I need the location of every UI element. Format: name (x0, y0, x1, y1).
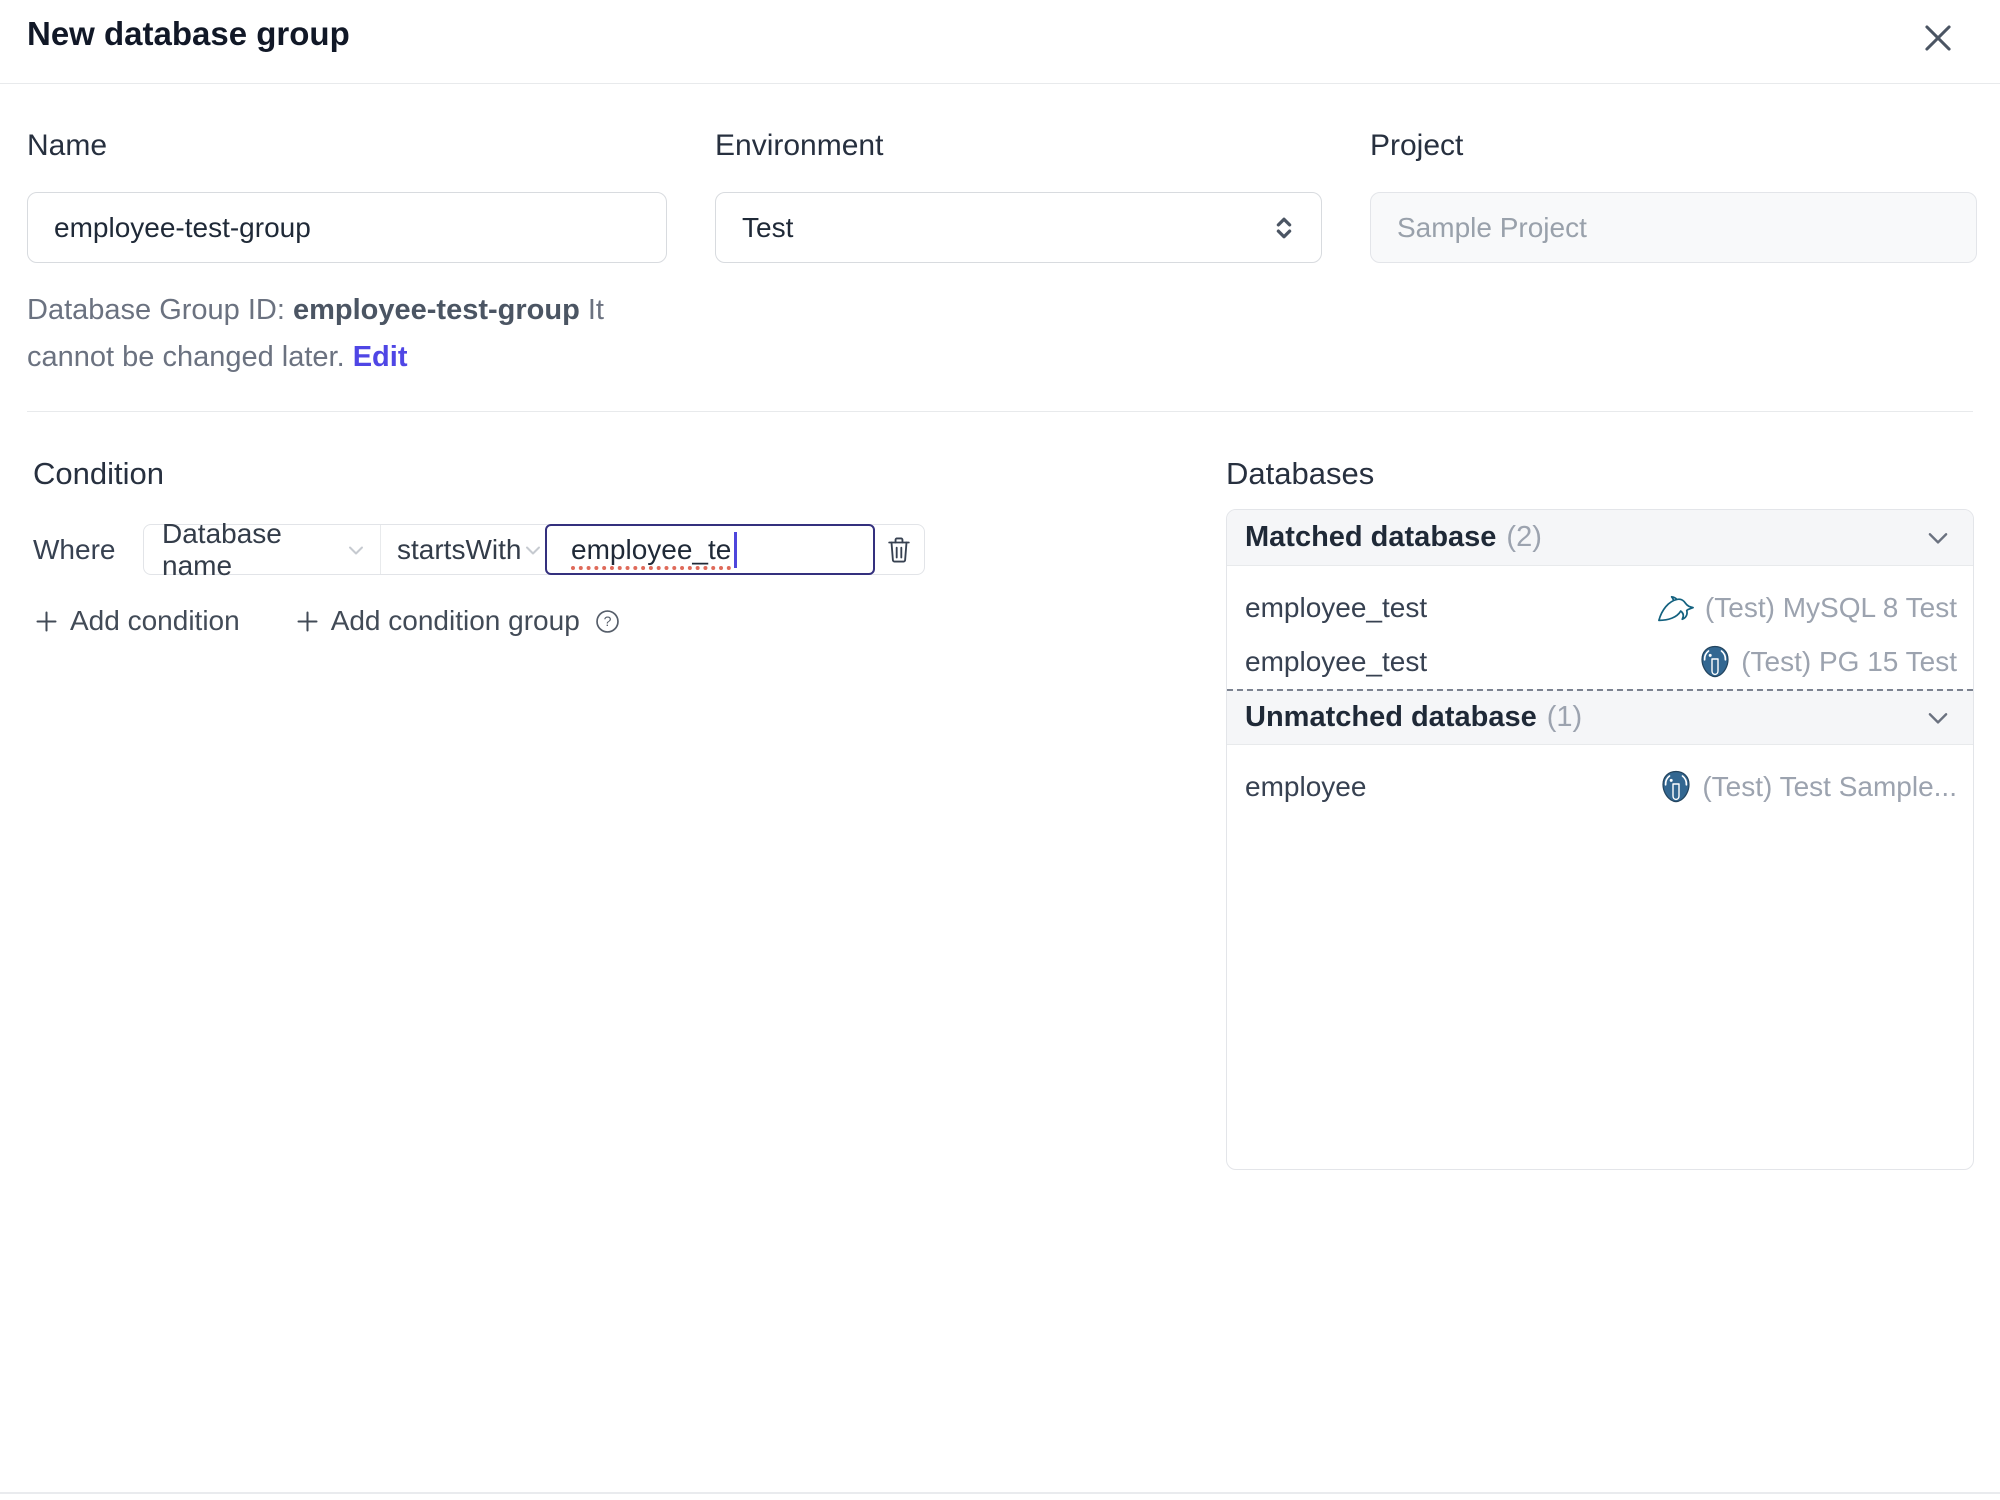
chevron-down-icon (1923, 703, 1953, 733)
dialog-footer-edge (0, 1492, 2000, 1494)
delete-condition-button[interactable] (874, 525, 924, 574)
database-row: employee (Test) Test Sample... (1227, 760, 1973, 814)
environment-select[interactable]: Test (715, 192, 1322, 263)
project-label: Project (1370, 129, 1464, 162)
edit-id-link[interactable]: Edit (353, 341, 408, 373)
databases-section: Databases Matched database (2) employee_… (1226, 452, 1974, 1170)
section-divider (27, 411, 1973, 412)
close-button[interactable] (1916, 16, 1960, 60)
new-database-group-dialog: New database group Name Database Group I… (0, 0, 2000, 1500)
environment-label: Environment (715, 129, 884, 162)
matched-database-title: Matched database (1245, 521, 1497, 553)
condition-actions: Add condition Add condition group ? (33, 605, 953, 637)
unmatched-database-header[interactable]: Unmatched database (1) (1227, 689, 1973, 745)
database-instance-label: (Test) Test Sample... (1702, 771, 1957, 802)
add-condition-label: Add condition (70, 605, 240, 636)
name-label: Name (27, 129, 108, 162)
form-fields-row: Name Database Group ID: employee-test-gr… (27, 124, 1977, 381)
database-instance: (Test) MySQL 8 Test (1657, 592, 1957, 624)
postgresql-icon (1660, 770, 1692, 804)
condition-section: Condition Where Database name startsWith (33, 452, 953, 637)
condition-factor-value: Database name (162, 517, 282, 581)
add-condition-button[interactable]: Add condition (33, 605, 240, 637)
project-input (1370, 192, 1977, 263)
add-condition-group-label: Add condition group (330, 605, 580, 636)
where-label: Where (33, 533, 116, 565)
svg-text:?: ? (603, 613, 611, 629)
chevron-down-icon (344, 538, 368, 562)
environment-field-group: Environment Test (715, 124, 1322, 381)
databases-panel: Matched database (2) employee_test (Test… (1226, 509, 1974, 1170)
mysql-icon (1657, 593, 1695, 623)
name-field-group: Name Database Group ID: employee-test-gr… (27, 124, 667, 381)
database-group-id-hint: Database Group ID: employee-test-group I… (27, 287, 667, 381)
database-name: employee_test (1245, 646, 1428, 677)
plus-icon (33, 608, 60, 635)
database-row: employee_test (Test) MySQL 8 Test (1227, 581, 1973, 635)
database-instance: (Test) PG 15 Test (1699, 645, 1957, 679)
databases-heading: Databases (1226, 456, 1375, 491)
chevron-up-down-icon (1269, 213, 1299, 243)
condition-operator-dropdown[interactable]: startsWith (381, 525, 546, 574)
database-instance-label: (Test) MySQL 8 Test (1704, 592, 1957, 623)
add-condition-group-button[interactable]: Add condition group ? (294, 605, 621, 637)
database-row: employee_test (Test) PG 15 Test (1227, 635, 1973, 689)
hint-group-id: employee-test-group (292, 294, 580, 326)
database-instance-label: (Test) PG 15 Test (1741, 646, 1957, 677)
condition-value-input[interactable]: employee_te (545, 524, 875, 575)
condition-row: Where Database name startsWith employee_… (33, 518, 953, 581)
postgresql-icon (1699, 645, 1731, 679)
condition-factor-dropdown[interactable]: Database name (144, 518, 381, 581)
chevron-down-icon (521, 538, 545, 562)
condition-expression-group: Database name startsWith employee_te (143, 518, 925, 581)
database-name: employee_test (1245, 592, 1428, 623)
chevron-down-icon (1923, 523, 1953, 553)
database-name: employee (1245, 771, 1367, 802)
dialog-header: New database group (0, 0, 2000, 84)
environment-selected-value: Test (742, 211, 794, 243)
database-instance: (Test) Test Sample... (1660, 770, 1957, 804)
project-field-group: Project (1370, 124, 1977, 381)
text-cursor (734, 531, 738, 568)
unmatched-database-rows: employee (Test) Test Sample... (1227, 745, 1973, 814)
matched-database-count: (2) (1506, 521, 1542, 553)
unmatched-database-count: (1) (1546, 701, 1583, 733)
close-icon (1919, 19, 1957, 57)
matched-database-header[interactable]: Matched database (2) (1227, 510, 1973, 566)
matched-database-rows: employee_test (Test) MySQL 8 Test employ… (1227, 566, 1973, 689)
condition-heading: Condition (33, 456, 164, 491)
name-input[interactable] (27, 192, 667, 263)
plus-icon (294, 608, 321, 635)
condition-value-text: employee_te (571, 533, 732, 565)
hint-prefix: Database Group ID: (27, 294, 293, 326)
help-icon[interactable]: ? (594, 608, 621, 635)
trash-icon (885, 535, 913, 565)
condition-operator-value: startsWith (397, 533, 522, 565)
page-title: New database group (27, 15, 350, 52)
unmatched-database-title: Unmatched database (1245, 701, 1537, 733)
